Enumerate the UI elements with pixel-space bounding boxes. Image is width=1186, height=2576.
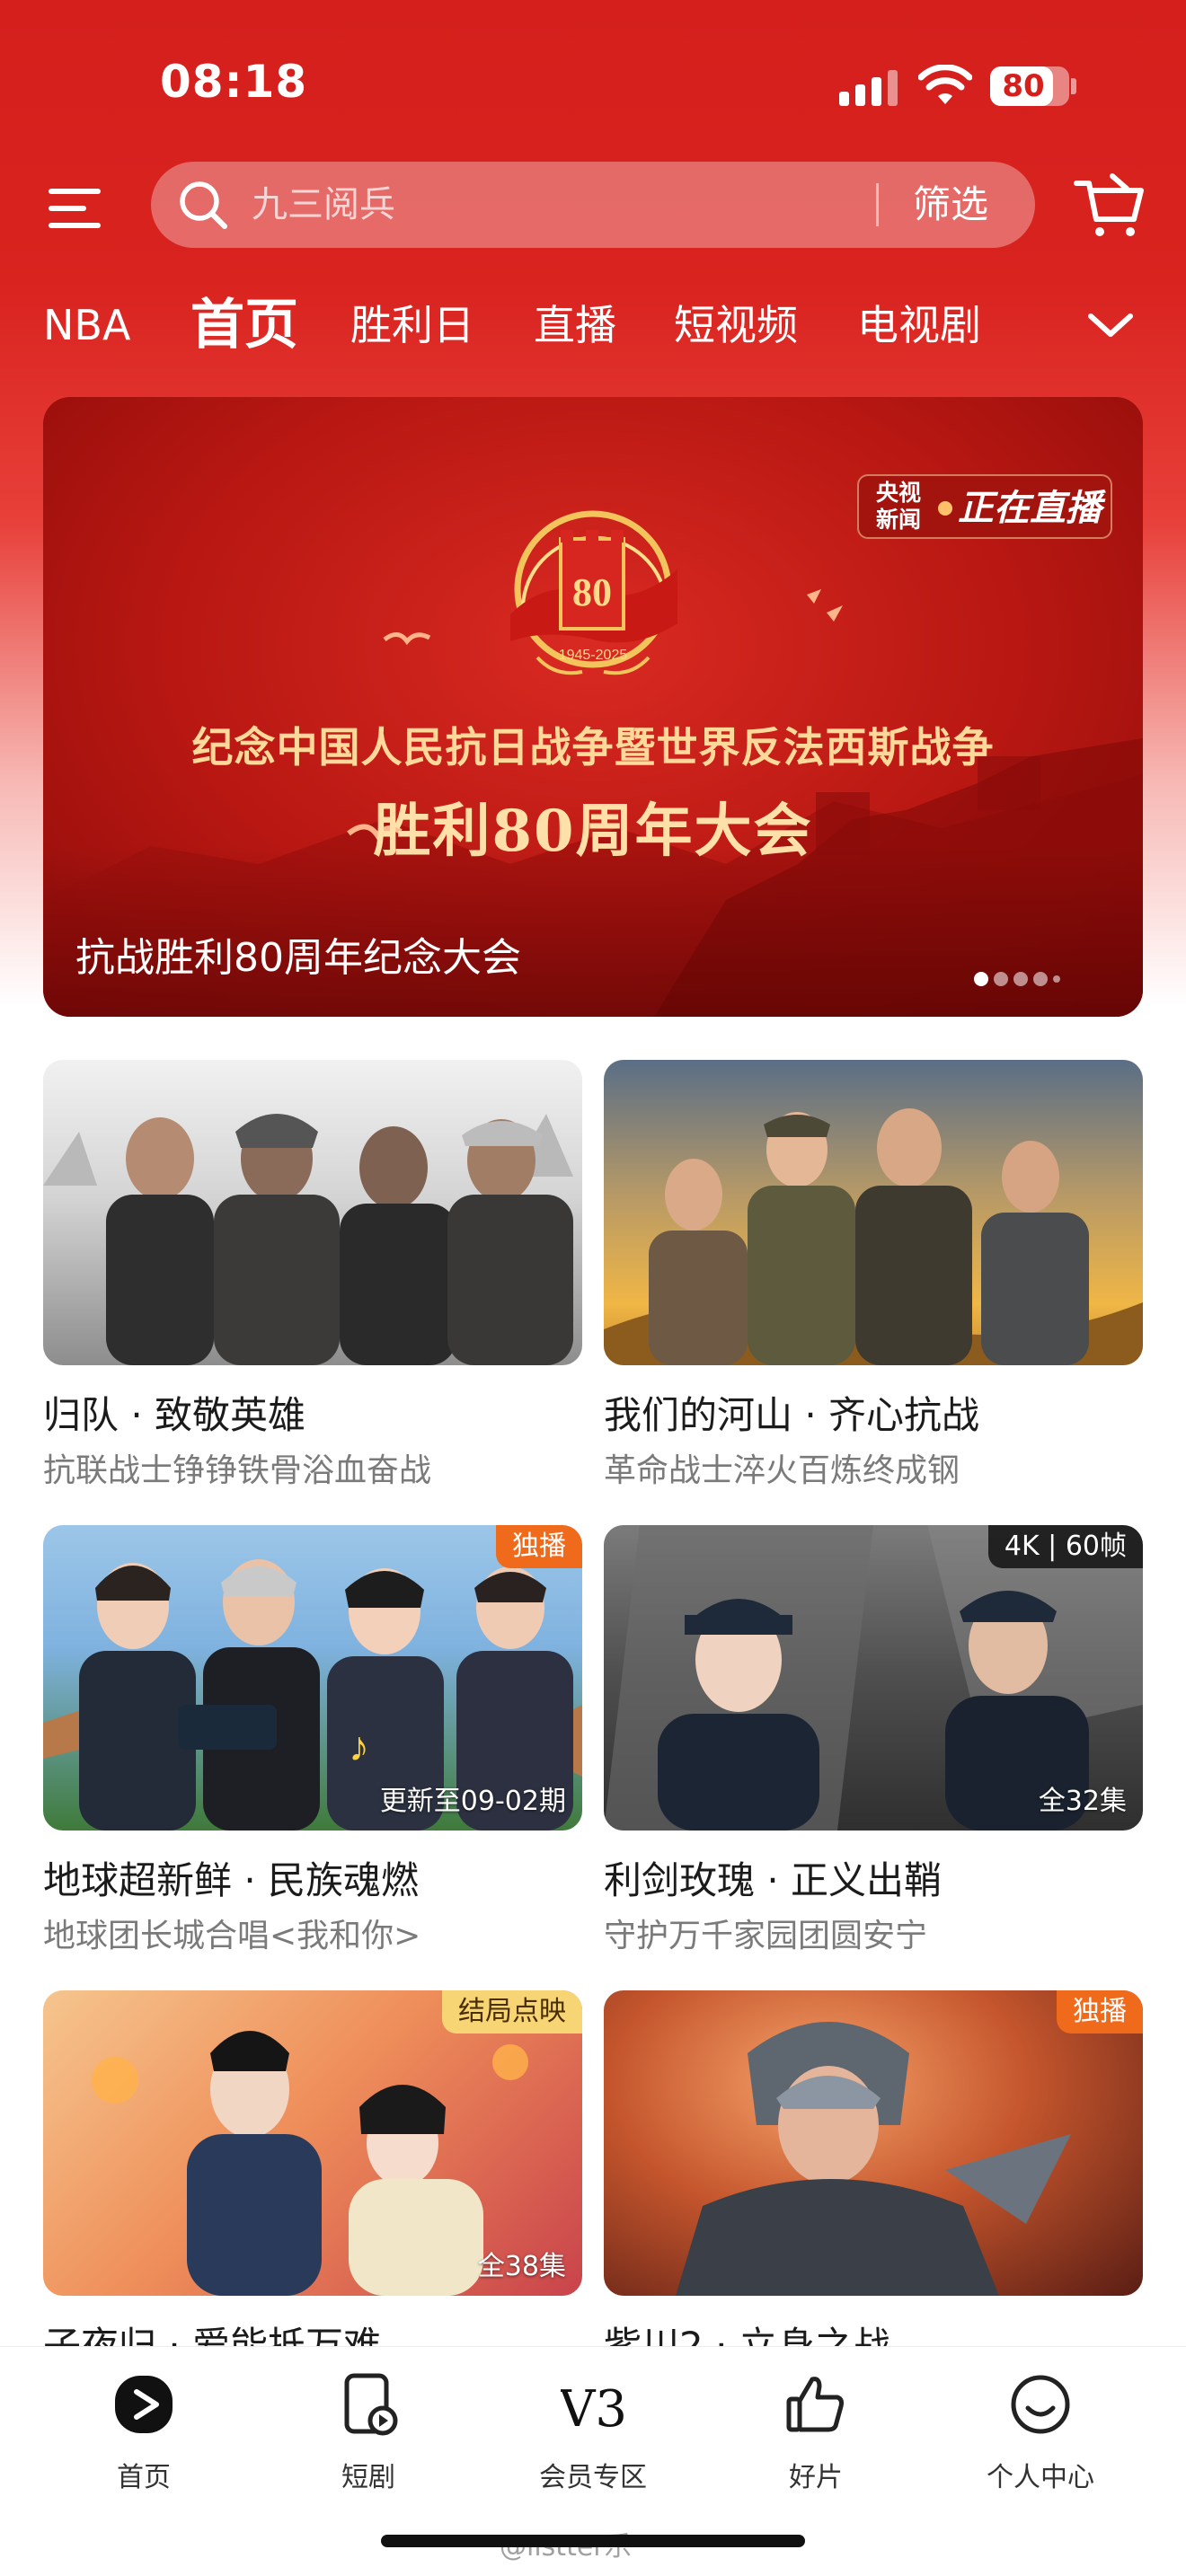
filter-button[interactable]: 筛选: [913, 162, 1012, 248]
nav-vip[interactable]: V3 会员专区: [512, 2372, 674, 2498]
short-drama-icon: [344, 2373, 398, 2436]
live-dot: [938, 501, 952, 516]
battery-indicator: 80: [990, 66, 1069, 106]
nav-profile[interactable]: 个人中心: [960, 2372, 1121, 2498]
episode-label: 更新至09-02期: [379, 1786, 566, 1817]
tab-short-video[interactable]: 短视频: [674, 280, 798, 370]
tab-victory-day[interactable]: 胜利日: [350, 280, 474, 370]
poster-image: [604, 1108, 1143, 1365]
nav-label: 会员专区: [539, 2462, 647, 2493]
menu-line: [49, 189, 101, 194]
card-subtitle: 革命战士淬火百炼终成钢: [604, 1452, 960, 1489]
live-badge-channel: 央视 新闻: [875, 480, 921, 533]
carousel-dot[interactable]: [1013, 972, 1028, 986]
emblem-number: 80: [572, 570, 612, 614]
card-title[interactable]: 利剑玫瑰 · 正义出鞘: [604, 1850, 942, 1905]
card-title[interactable]: 我们的河山 · 齐心抗战: [604, 1385, 979, 1440]
nav-good-films[interactable]: 好片: [735, 2372, 897, 2498]
card-thumbnail[interactable]: 结局点映 全38集: [43, 1990, 582, 2296]
play-icon: [115, 2376, 173, 2433]
nav-label: 短剧: [341, 2462, 395, 2493]
banner-caption: 抗战胜利80周年纪念大会: [75, 935, 521, 981]
live-badge-status: 正在直播: [958, 488, 1102, 529]
exclusive-badge: 独播: [496, 1525, 582, 1568]
banner-headline-line1: 纪念中国人民抗日战争暨世界反法西斯战争: [191, 723, 995, 772]
tab-live[interactable]: 直播: [534, 280, 616, 370]
episode-label: 全32集: [1038, 1786, 1127, 1817]
card-thumbnail[interactable]: 独播: [604, 1990, 1143, 2296]
live-badge: 央视 新闻 正在直播: [857, 474, 1112, 539]
search-bar[interactable]: 九三阅兵 筛选: [151, 162, 1035, 248]
nav-label: 个人中心: [987, 2462, 1094, 2493]
menu-line: [49, 206, 86, 211]
battery-percent: 80: [1002, 68, 1045, 104]
tab-tv-series[interactable]: 电视剧: [857, 280, 981, 370]
carousel-dot[interactable]: [974, 972, 988, 986]
quality-badge: 4K | 60帧: [987, 1525, 1143, 1568]
shopping-cart-icon[interactable]: [1071, 167, 1146, 243]
nav-label: 好片: [789, 2462, 843, 2493]
vip-icon-text: V3: [561, 2380, 625, 2437]
carousel-dot[interactable]: [994, 972, 1008, 986]
carousel-dot[interactable]: [1033, 972, 1048, 986]
vip-v3-icon: V3: [561, 2380, 625, 2437]
card-title[interactable]: 归队 · 致敬英雄: [43, 1385, 305, 1440]
status-bar: 08:18 80: [0, 0, 1186, 153]
search-divider: [876, 183, 879, 226]
thumbs-up-icon: [786, 2377, 844, 2432]
poster-image: [676, 2022, 1071, 2296]
smile-icon: [1011, 2375, 1070, 2434]
chevron-down-icon[interactable]: [1082, 296, 1139, 354]
card-subtitle: 守护万千家园团圆安宁: [604, 1918, 928, 1954]
episode-label: 全38集: [477, 2251, 566, 2282]
search-icon: [180, 181, 227, 229]
anniversary-emblem: 80 1945-2025: [510, 510, 677, 675]
card-thumbnail[interactable]: [43, 1060, 582, 1365]
cellular-signal-icon: [839, 70, 902, 106]
hero-banner[interactable]: 央视 新闻 正在直播 80 1945-2025 纪念中国人民抗日战争暨世界反法西…: [43, 397, 1143, 1017]
card-subtitle: 地球团长城合唱<我和你>: [43, 1918, 421, 1954]
emblem-years: 1945-2025: [559, 648, 628, 663]
wifi-icon: [918, 65, 972, 104]
carousel-dot[interactable]: [1053, 975, 1060, 983]
card-thumbnail[interactable]: ♪ 独播 更新至09-02期: [43, 1525, 582, 1831]
card-title[interactable]: 地球超新鲜 · 民族魂燃: [43, 1850, 419, 1905]
home-indicator[interactable]: [381, 2535, 805, 2547]
svg-text:♪: ♪: [349, 1724, 369, 1769]
nav-short-drama[interactable]: 短剧: [288, 2372, 449, 2498]
carousel-dots[interactable]: [974, 968, 1136, 990]
poster-image: [43, 1114, 573, 1365]
status-time: 08:18: [160, 56, 308, 108]
finale-preview-badge: 结局点映: [442, 1990, 582, 2033]
card-subtitle: 抗联战士铮铮铁骨浴血奋战: [43, 1452, 432, 1489]
tab-home[interactable]: 首页: [190, 280, 298, 370]
nav-home[interactable]: 首页: [63, 2372, 225, 2498]
exclusive-badge: 独播: [1057, 1990, 1143, 2033]
nav-label: 首页: [117, 2462, 171, 2493]
menu-line: [49, 223, 101, 228]
menu-button[interactable]: [45, 176, 108, 239]
card-thumbnail[interactable]: [604, 1060, 1143, 1365]
battery-tip: [1071, 78, 1076, 94]
card-thumbnail[interactable]: 4K | 60帧 全32集: [604, 1525, 1143, 1831]
tab-nba[interactable]: NBA: [43, 280, 130, 370]
category-tabs: NBA 首页 胜利日 直播 短视频 电视剧: [0, 280, 1186, 370]
